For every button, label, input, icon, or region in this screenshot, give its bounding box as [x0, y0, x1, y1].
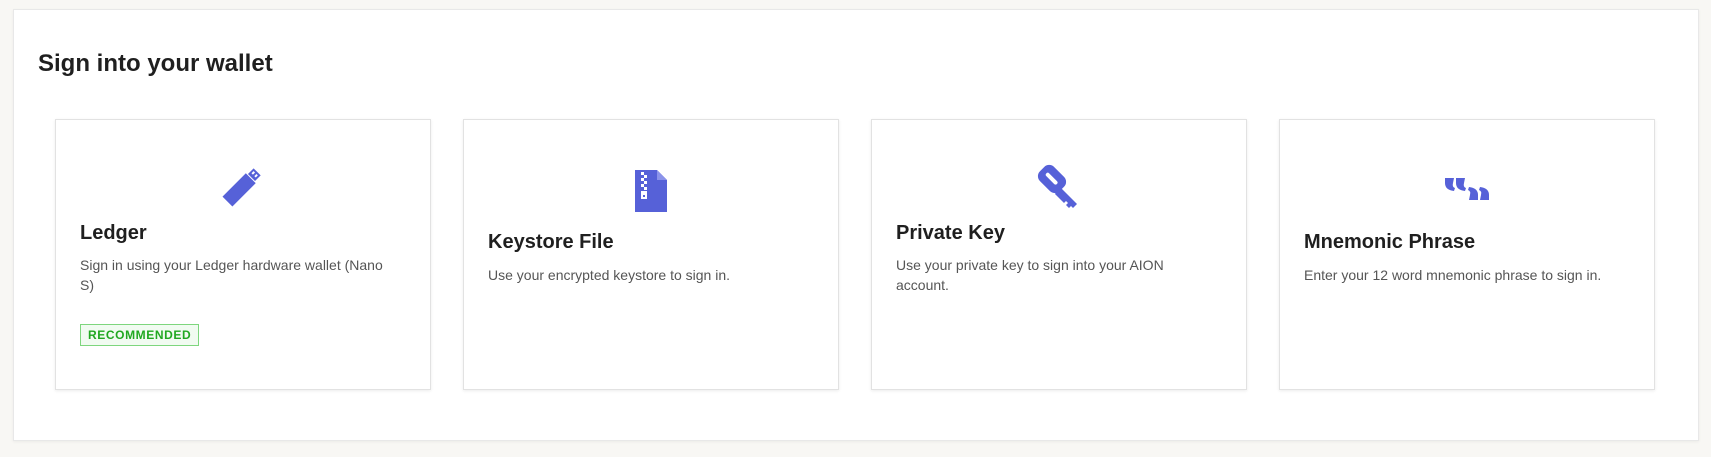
- recommended-badge: RECOMMENDED: [80, 324, 200, 346]
- zip-file-icon: [627, 166, 675, 214]
- ledger-option-card[interactable]: Ledger Sign in using your Ledger hardwar…: [55, 119, 431, 390]
- quote-icon: [1443, 166, 1491, 214]
- private-key-option-card[interactable]: Private Key Use your private key to sign…: [871, 119, 1247, 390]
- sign-in-panel: Sign into your wallet Ledger Sign in usi…: [13, 9, 1699, 441]
- card-description: Use your encrypted keystore to sign in.: [488, 267, 731, 283]
- card-title: Keystore File: [488, 231, 614, 253]
- keystore-file-option-card[interactable]: Keystore File Use your encrypted keystor…: [463, 119, 839, 390]
- card-title: Ledger: [80, 222, 147, 244]
- card-title: Mnemonic Phrase: [1304, 231, 1476, 253]
- key-icon: [1035, 162, 1083, 210]
- card-description: Sign in using your Ledger hardware walle…: [80, 257, 383, 293]
- sign-in-options: Ledger Sign in using your Ledger hardwar…: [55, 119, 1661, 390]
- card-title: Private Key: [896, 222, 1005, 244]
- card-description: Use your private key to sign into your A…: [896, 257, 1164, 293]
- card-description: Enter your 12 word mnemonic phrase to si…: [1304, 267, 1602, 283]
- page-title: Sign into your wallet: [38, 50, 273, 77]
- usb-stick-icon: [219, 162, 267, 210]
- mnemonic-phrase-option-card[interactable]: Mnemonic Phrase Enter your 12 word mnemo…: [1279, 119, 1655, 390]
